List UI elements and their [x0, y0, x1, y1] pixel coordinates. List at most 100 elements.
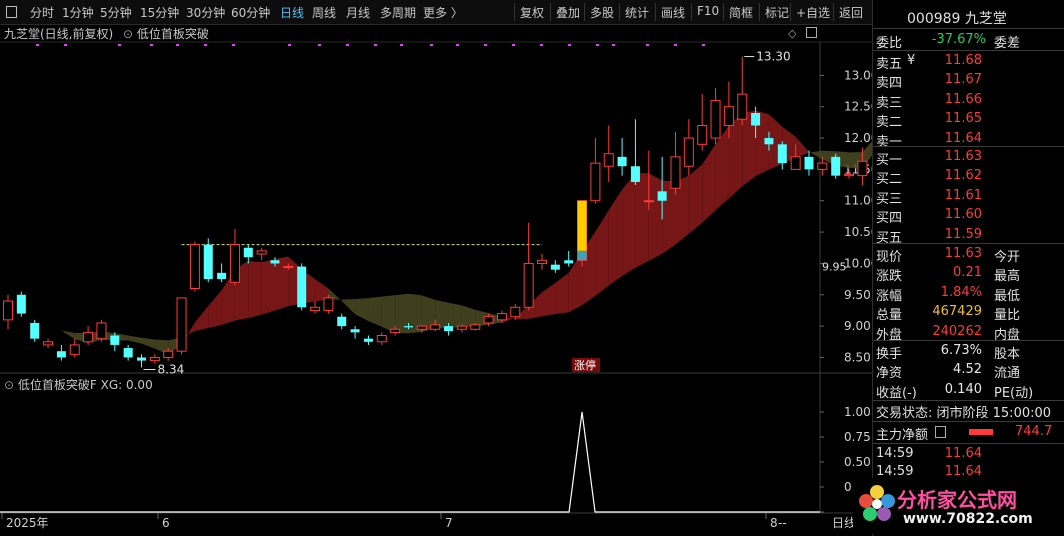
- candle-body: [256, 250, 267, 255]
- candle-body: [283, 266, 294, 269]
- candle-body: [390, 328, 401, 333]
- list-icon[interactable]: [935, 426, 946, 438]
- signal-marker: [204, 44, 207, 46]
- bid-row[interactable]: 买二 11.62: [876, 167, 1062, 188]
- candle-body: [43, 341, 54, 346]
- signal-marker: [346, 44, 349, 46]
- ma-band-segment: [608, 189, 623, 286]
- candle-body: [404, 326, 413, 328]
- candle-body: [751, 112, 761, 126]
- logo-text: 分析家公式网: [897, 488, 1017, 512]
- signal-marker: [702, 44, 705, 46]
- candle-body: [110, 335, 120, 345]
- bid-price: 11.59: [944, 226, 982, 242]
- candle-body: [337, 316, 347, 327]
- candle-body: [456, 325, 467, 330]
- stat-value: 467429: [932, 304, 982, 320]
- ma-band-segment: [128, 335, 142, 344]
- main-flow-label[interactable]: 主力净额: [876, 424, 928, 443]
- signal-marker: [568, 44, 571, 46]
- tick-row: 14:59 11.64: [876, 445, 1062, 464]
- bid-row[interactable]: 买四 11.60: [876, 206, 1062, 227]
- signal-marker: [318, 44, 321, 46]
- signal-marker: [400, 44, 403, 46]
- quote-panel: 000989 九芝堂 委比 -37.67% 委差 卖五 ¥11.68 卖四 11.67…: [853, 0, 1064, 536]
- ma-band-segment: [461, 305, 476, 328]
- stat-row: 外盘 240262 内盘: [876, 323, 1062, 343]
- candle-body: [350, 329, 360, 333]
- ask-label: 卖二: [876, 115, 903, 131]
- sub-indicator-icon[interactable]: ⊙: [4, 378, 14, 392]
- y-tick-label: 13.00: [844, 68, 872, 82]
- signal-marker: [118, 44, 121, 46]
- signal-marker: [374, 44, 377, 46]
- ma-band-segment: [542, 282, 556, 317]
- candle-body: [270, 260, 280, 264]
- ask-row[interactable]: 卖二 11.65: [876, 110, 1062, 131]
- tick-time: 14:59: [876, 464, 914, 479]
- ask-row[interactable]: 卖四 11.67: [876, 71, 1062, 91]
- bid-price: 11.62: [944, 168, 982, 184]
- tick-price: 11.64: [944, 464, 982, 479]
- ma-band-segment: [702, 144, 716, 223]
- candle-body: [603, 153, 614, 167]
- kline-chart[interactable]: 13.0012.5012.0011.5011.0010.5010.009.509…: [0, 0, 872, 536]
- y-tick-label: 9.50: [844, 288, 871, 302]
- candle-body: [496, 313, 507, 321]
- ask-row[interactable]: 卖三 11.66: [876, 91, 1062, 111]
- stat-row: 现价 11.63 今开: [876, 245, 1062, 265]
- stat2-row: 换手 6.73% 股本: [876, 342, 1062, 362]
- ask-price: 11.68: [944, 53, 982, 68]
- candle-body: [630, 166, 640, 182]
- candle-body: [683, 137, 694, 167]
- candle-body: [217, 272, 227, 280]
- candle-body: [323, 297, 334, 311]
- bid-price: 11.63: [944, 149, 982, 164]
- stat-label2: 量比: [994, 308, 1021, 324]
- weibi-value: -37.67%: [931, 32, 986, 47]
- trade-state: 交易状态: 闭市阶段 15:00:00: [876, 406, 1052, 421]
- sub-chart-header: ⊙ 低位首板突破F XG: 0.00: [4, 376, 153, 392]
- ma-band-segment: [622, 173, 636, 276]
- signal-marker: [674, 44, 677, 46]
- ma-band-segment: [194, 306, 209, 332]
- logo-url: www.70822.com: [903, 511, 1033, 527]
- bid-label: 买二: [876, 172, 903, 188]
- ma-band-segment: [261, 259, 275, 315]
- candle-body: [16, 294, 26, 314]
- limit-up-badge-text: 涨停: [574, 358, 596, 372]
- signal-marker: [36, 44, 39, 46]
- bid-row[interactable]: 买三 11.61: [876, 187, 1062, 207]
- stock-code-title: 000989 九芝堂: [907, 11, 1007, 27]
- bid-row[interactable]: 买五 11.59: [876, 226, 1062, 246]
- x-axis-dash: --: [778, 516, 787, 530]
- ma-band-segment: [34, 317, 49, 324]
- ma-band-segment: [275, 256, 289, 311]
- candle-body: [643, 200, 654, 203]
- bid-label: 买四: [876, 211, 903, 227]
- candle-body: [30, 322, 40, 339]
- candle-body: [470, 324, 481, 330]
- candle-body: [617, 156, 627, 167]
- signal-marker: [64, 44, 67, 46]
- x-tick-label: 2025年: [6, 516, 49, 530]
- ma-band-segment: [248, 260, 262, 319]
- candle-body: [96, 322, 107, 340]
- ask-row[interactable]: 卖五 ¥11.68: [876, 52, 1062, 72]
- stat2-row: 净资 4.52 流通: [876, 361, 1062, 381]
- ma-band-segment: [61, 330, 75, 340]
- stat-row: 涨跌 0.21 最高: [876, 264, 1062, 284]
- limit-up-highlight-base: [577, 250, 587, 261]
- ask-price: 11.66: [944, 91, 982, 107]
- ma-band-segment: [381, 295, 396, 334]
- candle-body: [697, 125, 708, 145]
- stat-row: 总量 467429 量比: [876, 303, 1062, 324]
- y-tick-label: 12.00: [844, 131, 872, 145]
- stat2-label: 换手: [876, 347, 903, 362]
- candle-body: [176, 297, 187, 352]
- stat-value: 0.21: [953, 265, 982, 281]
- candle-body: [430, 324, 441, 330]
- weibi-row: 委比 -37.67% 委差: [876, 31, 1062, 51]
- bid-row[interactable]: 买一 11.63: [876, 148, 1062, 168]
- candle-body: [804, 156, 814, 170]
